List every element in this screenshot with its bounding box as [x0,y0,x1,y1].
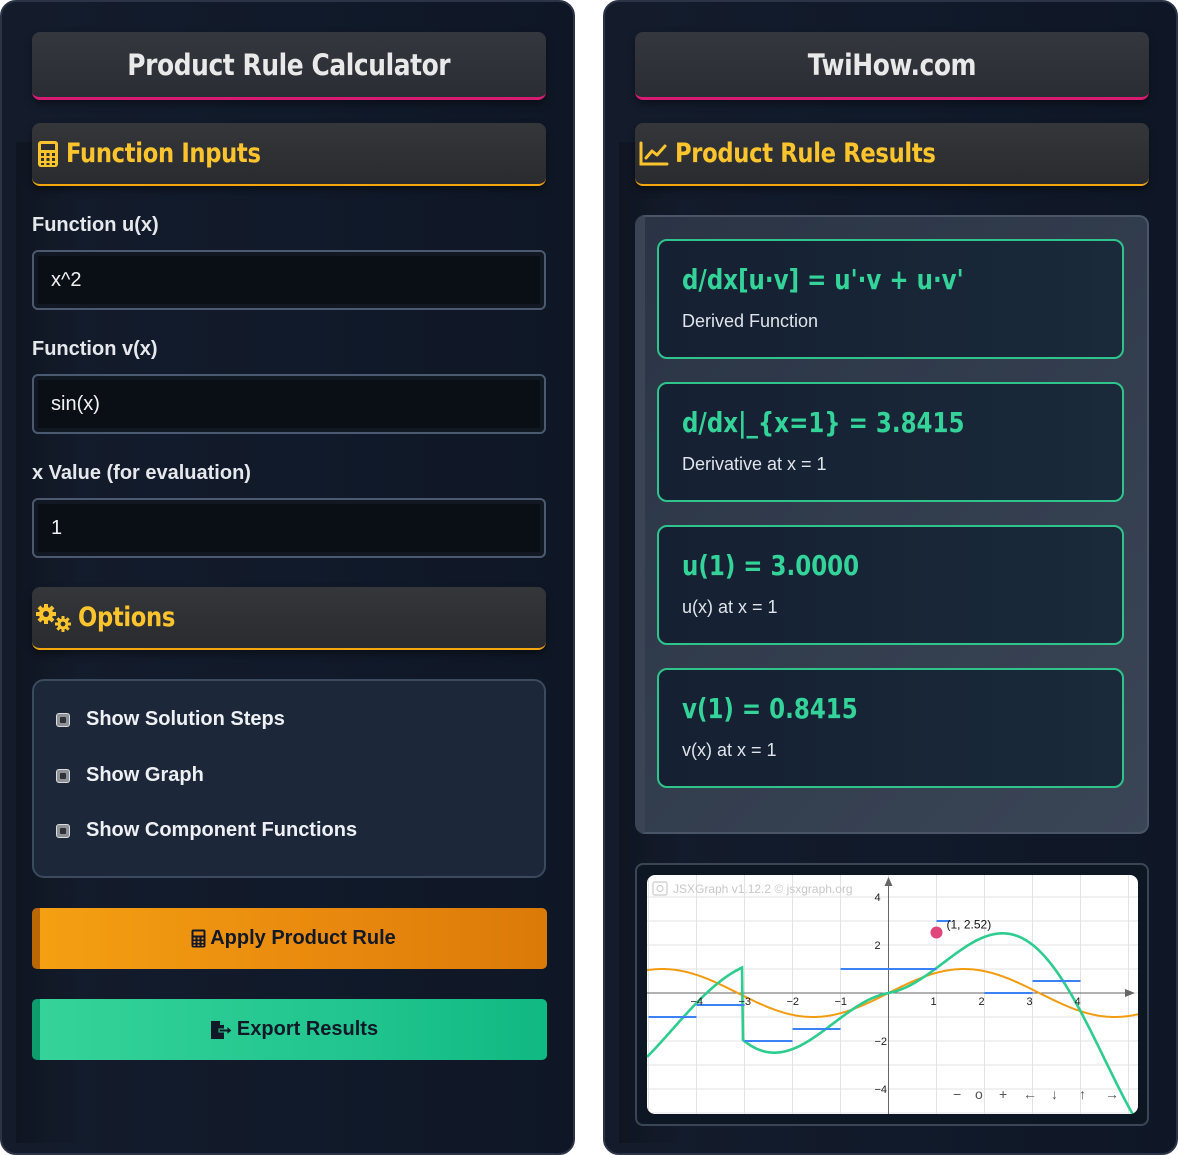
y-tick-label: −2 [875,1036,888,1048]
options-heading: Options [78,602,176,633]
pan-up-icon[interactable]: ↑ [1079,1086,1086,1102]
option-show-component-functions[interactable]: Show Component Functions [56,819,357,842]
show-solution-steps-checkbox[interactable] [56,712,70,727]
zoom-reset-icon[interactable]: o [975,1086,983,1102]
apply-product-rule-button[interactable]: Apply Product Rule [32,908,547,969]
product-rule-results-heading: Product Rule Results [675,138,936,169]
calculator-title: Product Rule Calculator [127,47,451,82]
show-graph-checkbox[interactable] [56,768,70,783]
v-function-label: Function v(x) [32,338,158,360]
result-description: u(x) at x = 1 [682,597,778,617]
jsxgraph-watermark: JSXGraph v1.12.2 © jsxgraph.org [673,882,853,896]
result-description: v(x) at x = 1 [682,740,777,760]
screenshot-icon[interactable] [652,881,668,896]
graph-frame: −4 −3 −2 −1 1 2 3 4 4 2 −2 −4 (1, 2.52) JSXGraph v1.… [635,863,1149,1126]
option-label: Show Solution Steps [86,708,285,730]
zoom-in-icon[interactable]: + [999,1086,1007,1102]
export-results-label: Export Results [236,1018,379,1040]
option-label: Show Component Functions [86,819,358,841]
result-value: u(1) = 3.0000 [682,549,860,582]
options-box: Show Solution Steps Show Graph Show Comp… [32,679,546,878]
jsxgraph-board[interactable]: −4 −3 −2 −1 1 2 3 4 4 2 −2 −4 (1, 2.52) JSXGraph v1.… [647,875,1138,1114]
function-inputs-heading: Function Inputs [66,138,261,169]
x-axis-arrow [1125,989,1135,997]
x-tick-label: 2 [979,996,985,1008]
y-axis-arrow [884,877,893,886]
product-rule-results-header: Product Rule Results [635,123,1149,186]
function-graph[interactable]: −4 −3 −2 −1 1 2 3 4 4 2 −2 −4 (1, 2.52) JSXGraph v1.… [647,875,1138,1114]
product-function-curve [647,932,1135,1114]
x-tick-label: 4 [1075,996,1081,1008]
site-title: TwiHow.com [807,47,977,82]
apply-product-rule-label: Apply Product Rule [210,927,396,949]
show-component-functions-checkbox[interactable] [56,823,70,838]
pan-right-icon[interactable]: → [1105,1086,1119,1102]
result-value: d/dx|_{x=1} = 3.8415 [682,406,965,439]
site-title-bar: TwiHow.com [635,32,1149,100]
pan-down-icon[interactable]: ↓ [1051,1086,1058,1102]
result-value: v(1) = 0.8415 [682,692,858,725]
chart-line-icon [637,140,671,168]
x-tick-label: −1 [835,996,848,1008]
option-show-solution-steps[interactable]: Show Solution Steps [56,708,285,731]
calculator-icon [34,140,62,168]
option-show-graph[interactable]: Show Graph [56,764,204,787]
x-value-input[interactable] [32,498,546,558]
options-header: Options [32,587,546,650]
function-inputs-header: Function Inputs [32,123,546,186]
u-function-label: Function u(x) [32,214,159,236]
calculator-icon [191,929,206,948]
result-value: d/dx[u·v] = u'·v + u·v' [682,263,964,296]
result-card-derived-function: d/dx[u·v] = u'·v + u·v' Derived Function [657,239,1124,359]
y-tick-label: 2 [875,940,881,952]
y-tick-label: 4 [875,892,881,904]
x-value-label: x Value (for evaluation) [32,462,251,484]
x-tick-label: 3 [1027,996,1033,1008]
pan-left-icon[interactable]: ← [1023,1086,1037,1102]
result-card-u-value: u(1) = 3.0000 u(x) at x = 1 [657,525,1124,645]
result-description: Derivative at x = 1 [682,454,827,474]
result-card-v-value: v(1) = 0.8415 v(x) at x = 1 [657,668,1124,788]
export-results-button[interactable]: Export Results [32,999,547,1060]
y-tick-label: −4 [875,1084,888,1096]
gears-icon [34,603,74,632]
u-function-input[interactable] [32,250,546,310]
x-tick-label: −4 [691,996,704,1008]
point-label: (1, 2.52) [947,918,992,932]
x-tick-label: −2 [787,996,800,1008]
x-tick-label: 1 [931,996,937,1008]
results-panel: TwiHow.com Product Rule Results d/dx[u·v… [603,0,1178,1155]
evaluation-point [930,926,943,939]
calculator-panel: Product Rule Calculator Function Inputs … [0,0,575,1155]
file-export-icon [209,1020,233,1040]
x-tick-label: −3 [739,996,752,1008]
result-description: Derived Function [682,311,819,331]
calculator-title-bar: Product Rule Calculator [32,32,546,100]
v-function-input[interactable] [32,374,546,434]
result-card-derivative-at-x: d/dx|_{x=1} = 3.8415 Derivative at x = 1 [657,382,1124,502]
option-label: Show Graph [86,764,204,786]
zoom-out-icon[interactable]: − [953,1086,961,1102]
